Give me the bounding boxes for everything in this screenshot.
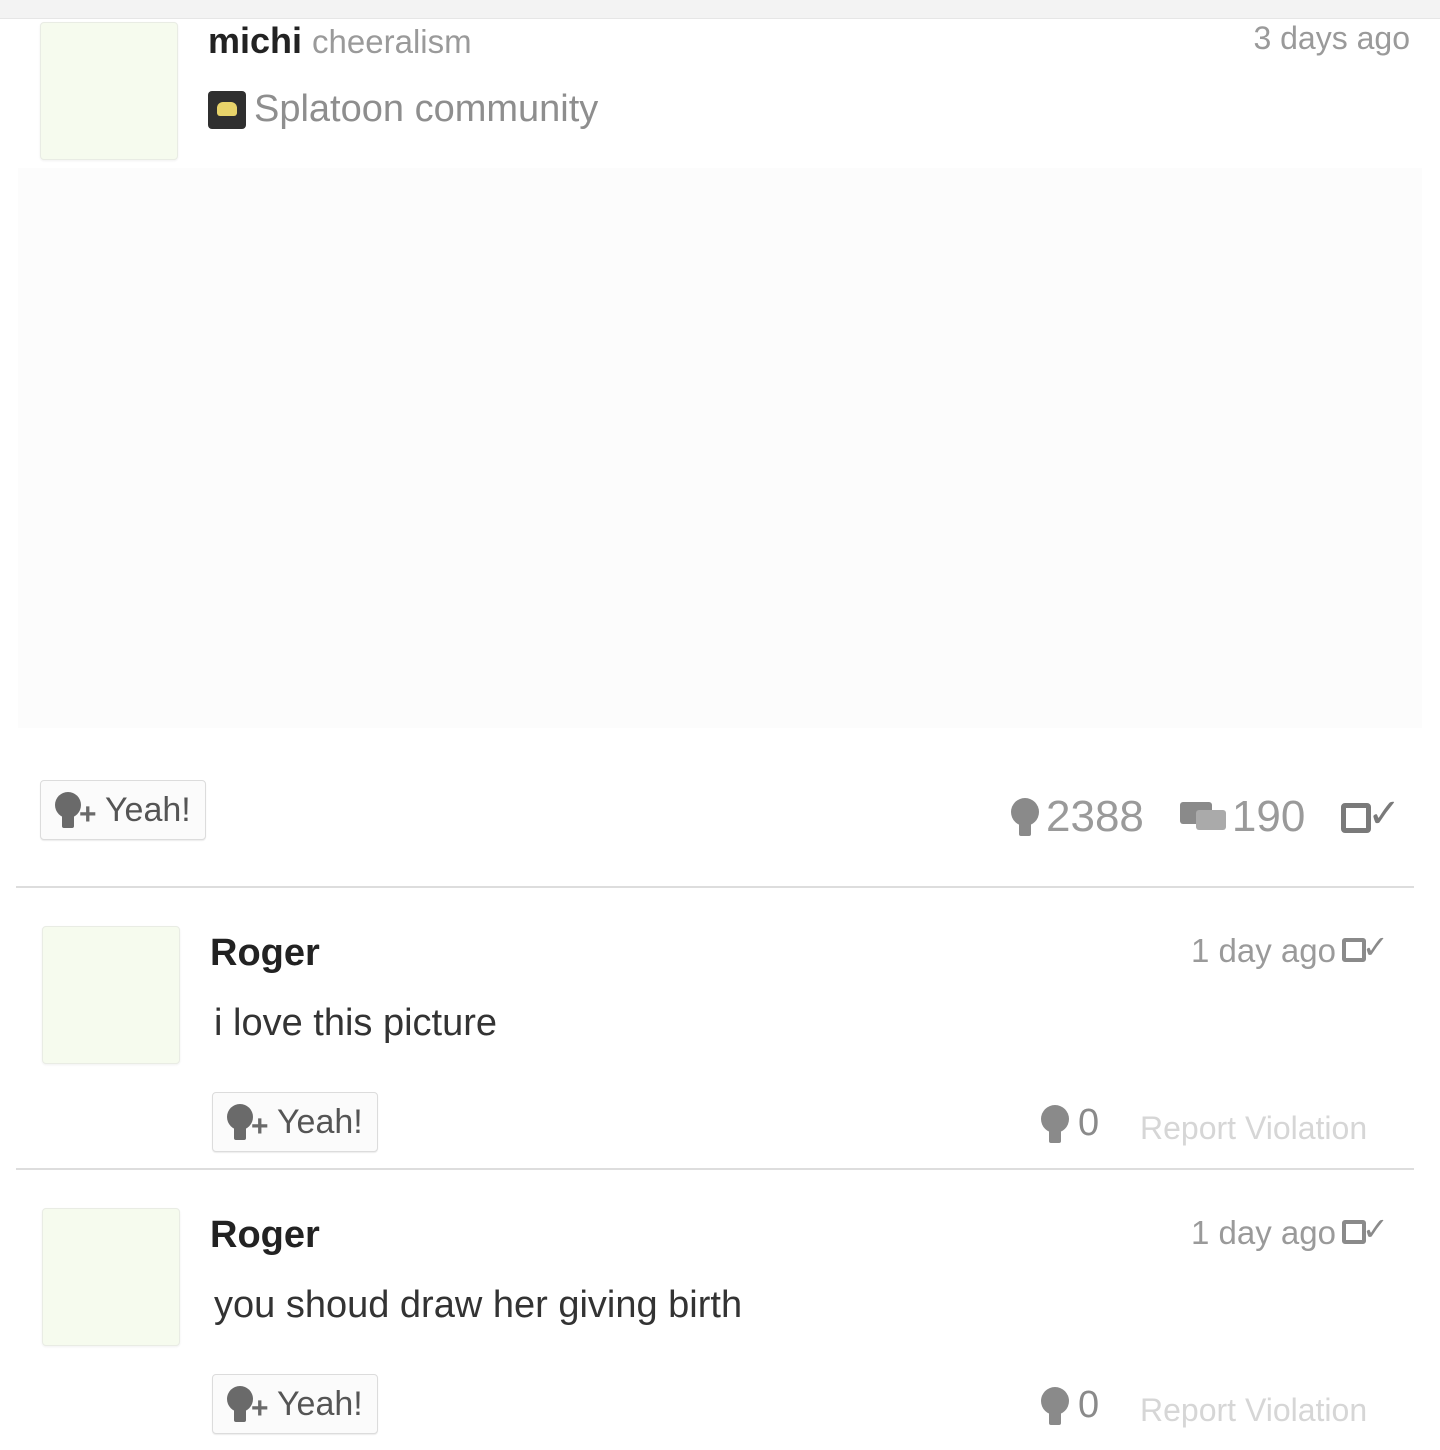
post-image[interactable] [18,168,1422,728]
yeah-button-label: Yeah! [277,1384,363,1423]
post-author-handle: cheeralism [312,23,472,60]
report-violation-link[interactable]: Report Violation [1140,1110,1367,1147]
comment-author-username[interactable]: Roger [210,932,320,975]
post-author-username[interactable]: michi cheeralism [208,20,472,62]
comment-yeah-count-value: 0 [1078,1384,1100,1426]
yeah-count-icon [1038,1103,1072,1145]
post-yeah-count[interactable]: 2388 [1008,792,1144,842]
comment-yeah-count[interactable]: 0 [1038,1102,1099,1145]
post-yeah-button[interactable]: + Yeah! [40,780,206,840]
post-timestamp: 3 days ago [1253,20,1410,56]
post-share-button[interactable]: ✓ [1341,792,1403,837]
post-comment-count[interactable]: 190 [1179,792,1306,842]
comment-body: i love this picture [214,1002,498,1044]
comment-author-avatar[interactable] [42,926,180,1064]
splatoon-community-icon [208,90,246,129]
comments-icon [1179,800,1228,834]
comment-item: Roger 1 day ago ✓ you shoud draw her giv… [0,1170,1440,1450]
comment-yeah-count-value: 0 [1078,1102,1100,1144]
comment-yeah-count[interactable]: 0 [1038,1384,1099,1427]
top-bar [0,0,1440,19]
share-icon[interactable]: ✓ [1342,929,1389,968]
post-author-avatar[interactable] [40,22,178,160]
comment-yeah-button[interactable]: + Yeah! [212,1374,378,1434]
yeah-button-label: Yeah! [277,1102,363,1141]
community-name[interactable]: Splatoon community [254,88,598,131]
comment-item: Roger 1 day ago ✓ i love this picture + … [0,888,1440,1168]
yeah-button-label: Yeah! [105,790,191,829]
comment-timestamp: 1 day ago [1191,932,1336,969]
yeah-add-icon: + [53,790,101,830]
yeah-add-icon: + [225,1384,273,1424]
share-icon[interactable]: ✓ [1342,1211,1389,1250]
comment-author-username[interactable]: Roger [210,1214,320,1257]
report-violation-link[interactable]: Report Violation [1140,1392,1367,1429]
yeah-add-icon: + [225,1102,273,1142]
post-yeah-count-value: 2388 [1046,792,1144,841]
comment-yeah-button[interactable]: + Yeah! [212,1092,378,1152]
post-comment-count-value: 190 [1231,792,1306,841]
post-stats: 2388 190 ✓ [1008,792,1403,842]
post-author-name[interactable]: michi [208,20,302,61]
comment-timestamp: 1 day ago [1191,1214,1336,1251]
yeah-count-icon [1008,796,1042,838]
post: michi cheeralism 3 days ago Splatoon com… [0,18,1440,888]
comment-body: you shoud draw her giving birth [214,1284,743,1326]
post-community[interactable]: Splatoon community [208,88,598,131]
comment-author-avatar[interactable] [42,1208,180,1346]
share-icon: ✓ [1341,792,1403,837]
yeah-count-icon [1038,1385,1072,1427]
